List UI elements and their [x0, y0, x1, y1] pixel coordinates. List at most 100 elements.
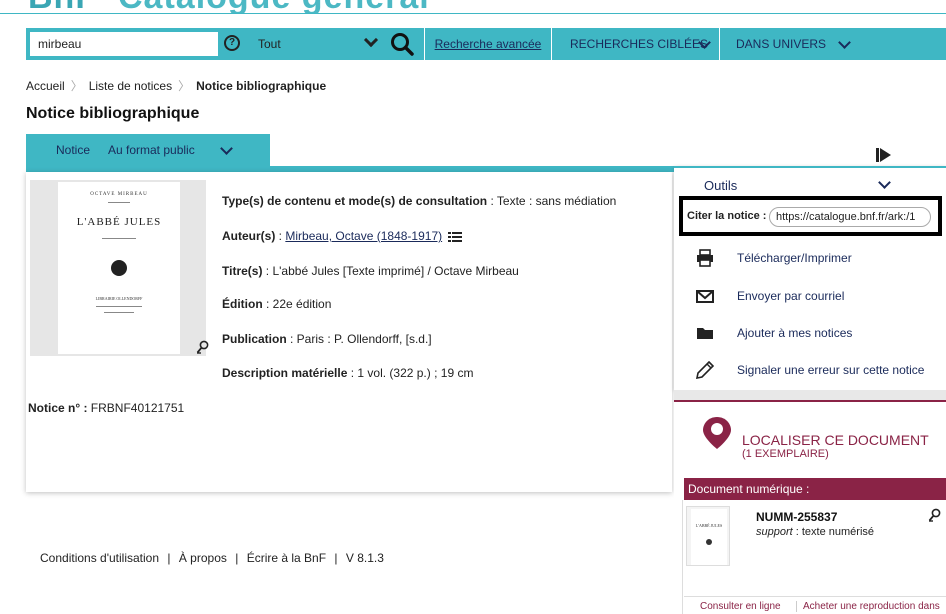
tools-title[interactable]: Outils [704, 178, 737, 193]
thumb-emblem [706, 539, 712, 545]
field-value: : L'abbé Jules [Texte imprimé] / Octave … [262, 264, 519, 278]
folder-icon [697, 328, 713, 339]
logo[interactable]: BnF Catalogue général [28, 0, 430, 13]
cite-notice: Citer la notice : https://catalogue.bnf.… [679, 196, 942, 236]
cover-rule [102, 238, 136, 239]
search-icon[interactable] [388, 30, 416, 58]
digital-doc-id[interactable]: NUMM-255837 [756, 510, 837, 524]
scope-select-value: Tout [258, 37, 281, 51]
field-publication: Publication : Paris : P. Ollendorff, [s.… [222, 332, 432, 346]
tool-report-error[interactable]: Signaler une erreur sur cette notice [674, 352, 946, 389]
notice-number-value: FRBNF40121751 [87, 401, 185, 415]
tools-panel: Outils Citer la notice : https://catalog… [674, 166, 946, 390]
field-label: Titre(s) [222, 264, 263, 278]
location-pin-icon[interactable] [702, 416, 732, 450]
breadcrumb-separator: 〉 [70, 79, 83, 93]
tool-label: Envoyer par courriel [737, 289, 845, 303]
support-label: support [756, 526, 793, 538]
cover-thumbnail[interactable]: OCTAVE MIRBEAU L'ABBÉ JULES LIBRAIRIE OL… [30, 180, 206, 356]
field-value: : 1 vol. (322 p.) ; 19 cm [347, 366, 474, 380]
cover-rule [108, 202, 130, 203]
support-value: : texte numérisé [792, 526, 875, 538]
notice-format-label: Au format public [108, 143, 195, 157]
field-title: Titre(s) : L'abbé Jules [Texte imprimé] … [222, 264, 519, 278]
notice-format-tab[interactable]: Notice Au format public [26, 134, 270, 166]
cite-url-field[interactable]: https://catalogue.bnf.fr/ark:/1 [769, 207, 931, 227]
breadcrumb-current: Notice bibliographique [196, 79, 327, 93]
footer-separator: | [167, 551, 171, 565]
field-value: : 22e édition [262, 297, 332, 311]
help-icon[interactable]: ? [224, 35, 240, 51]
zoom-icon[interactable] [196, 340, 210, 354]
chevron-down-icon[interactable] [220, 142, 233, 155]
locate-panel: LOCALISER CE DOCUMENT (1 EXEMPLAIRE) Doc… [674, 400, 946, 614]
envelope-icon [696, 290, 714, 303]
list-icon[interactable] [448, 231, 463, 242]
cover-rule [96, 306, 142, 307]
breadcrumb-separator: 〉 [178, 79, 191, 93]
cover-page: OCTAVE MIRBEAU L'ABBÉ JULES LIBRAIRIE OL… [58, 182, 180, 354]
scope-select[interactable]: Tout [248, 32, 382, 56]
notice-number: Notice n° : FRBNF40121751 [28, 401, 184, 415]
field-value: : Paris : P. Ollendorff, [s.d.] [286, 332, 432, 346]
panel-collapse-icon[interactable] [876, 147, 892, 163]
thumb-title: L'ABBÉ JULES [695, 523, 723, 528]
breadcrumb: Accueil 〉 Liste de notices 〉 Notice bibliogr… [26, 77, 332, 94]
tool-add-to-notices[interactable]: Ajouter à mes notices [674, 315, 946, 352]
footer-separator: | [235, 551, 239, 565]
cite-label: Citer la notice : [687, 210, 767, 222]
field-label: Description matérielle [222, 366, 348, 380]
field-edition: Édition : 22e édition [222, 297, 331, 311]
footer-about-link[interactable]: À propos [179, 551, 227, 565]
site-header: BnF Catalogue général [0, 0, 946, 14]
cover-rule [104, 312, 134, 313]
footer-version: V 8.1.3 [345, 551, 384, 565]
locate-subtitle: (1 EXEMPLAIRE) [742, 448, 829, 460]
field-content-type: Type(s) de contenu et mode(s) de consult… [222, 194, 616, 208]
field-label: Publication [222, 332, 287, 346]
search-bar: ? Tout Recherche avancée RECHERCHES CIBL… [26, 28, 946, 60]
zoom-icon[interactable] [928, 508, 942, 522]
digital-doc-support: support : texte numérisé [756, 526, 874, 538]
logo-bnf: BnF [28, 0, 97, 13]
notice-tab-label: Notice [56, 143, 91, 157]
tool-email[interactable]: Envoyer par courriel [674, 278, 946, 315]
page-title: Notice bibliographique [26, 105, 200, 122]
field-author: Auteur(s) : Mirbeau, Octave (1848-1917) [222, 229, 463, 243]
field-description: Description matérielle : 1 vol. (322 p.)… [222, 366, 473, 380]
printer-icon [697, 249, 713, 267]
author-link[interactable]: Mirbeau, Octave (1848-1917) [285, 229, 442, 243]
consult-online-button[interactable]: Consulter en ligne [700, 601, 781, 612]
panel-divider [674, 390, 946, 400]
search-input[interactable] [30, 32, 218, 56]
field-label: Auteur(s) [222, 229, 276, 243]
tool-label: Ajouter à mes notices [737, 326, 853, 340]
chevron-down-icon[interactable] [878, 176, 891, 189]
chevron-down-icon [838, 36, 851, 49]
pencil-icon [696, 361, 714, 379]
field-label: Type(s) de contenu et mode(s) de consult… [222, 194, 488, 208]
footer: Conditions d'utilisation | À propos | Éc… [40, 551, 389, 565]
breadcrumb-list[interactable]: Liste de notices [89, 79, 172, 93]
breadcrumb-home[interactable]: Accueil [26, 79, 65, 93]
nav-universe-label: DANS UNIVERS [736, 37, 827, 51]
advanced-search-link[interactable]: Recherche avancée [424, 28, 552, 60]
nav-targeted-label: RECHERCHES CIBLÉES [570, 37, 709, 51]
buy-reproduction-button[interactable]: Acheter une reproduction dans [796, 601, 940, 612]
digital-doc-thumbnail[interactable]: L'ABBÉ JULES [686, 506, 730, 566]
divider [682, 500, 683, 614]
digital-doc-header: Document numérique : [684, 478, 946, 500]
footer-separator: | [334, 551, 338, 565]
nav-targeted-searches[interactable]: RECHERCHES CIBLÉES [556, 28, 720, 60]
footer-contact-link[interactable]: Écrire à la BnF [247, 551, 326, 565]
thumb-page: L'ABBÉ JULES [691, 509, 727, 565]
chevron-down-icon [363, 32, 379, 48]
field-label: Édition [222, 297, 263, 311]
record-card: OCTAVE MIRBEAU L'ABBÉ JULES LIBRAIRIE OL… [26, 172, 672, 492]
footer-terms-link[interactable]: Conditions d'utilisation [40, 551, 159, 565]
tool-download-print[interactable]: Télécharger/Imprimer [674, 240, 946, 277]
locate-title[interactable]: LOCALISER CE DOCUMENT [742, 432, 929, 448]
logo-catalogue: Catalogue général [118, 0, 430, 13]
nav-universe[interactable]: DANS UNIVERS [722, 28, 946, 60]
cover-author: OCTAVE MIRBEAU [90, 192, 148, 197]
